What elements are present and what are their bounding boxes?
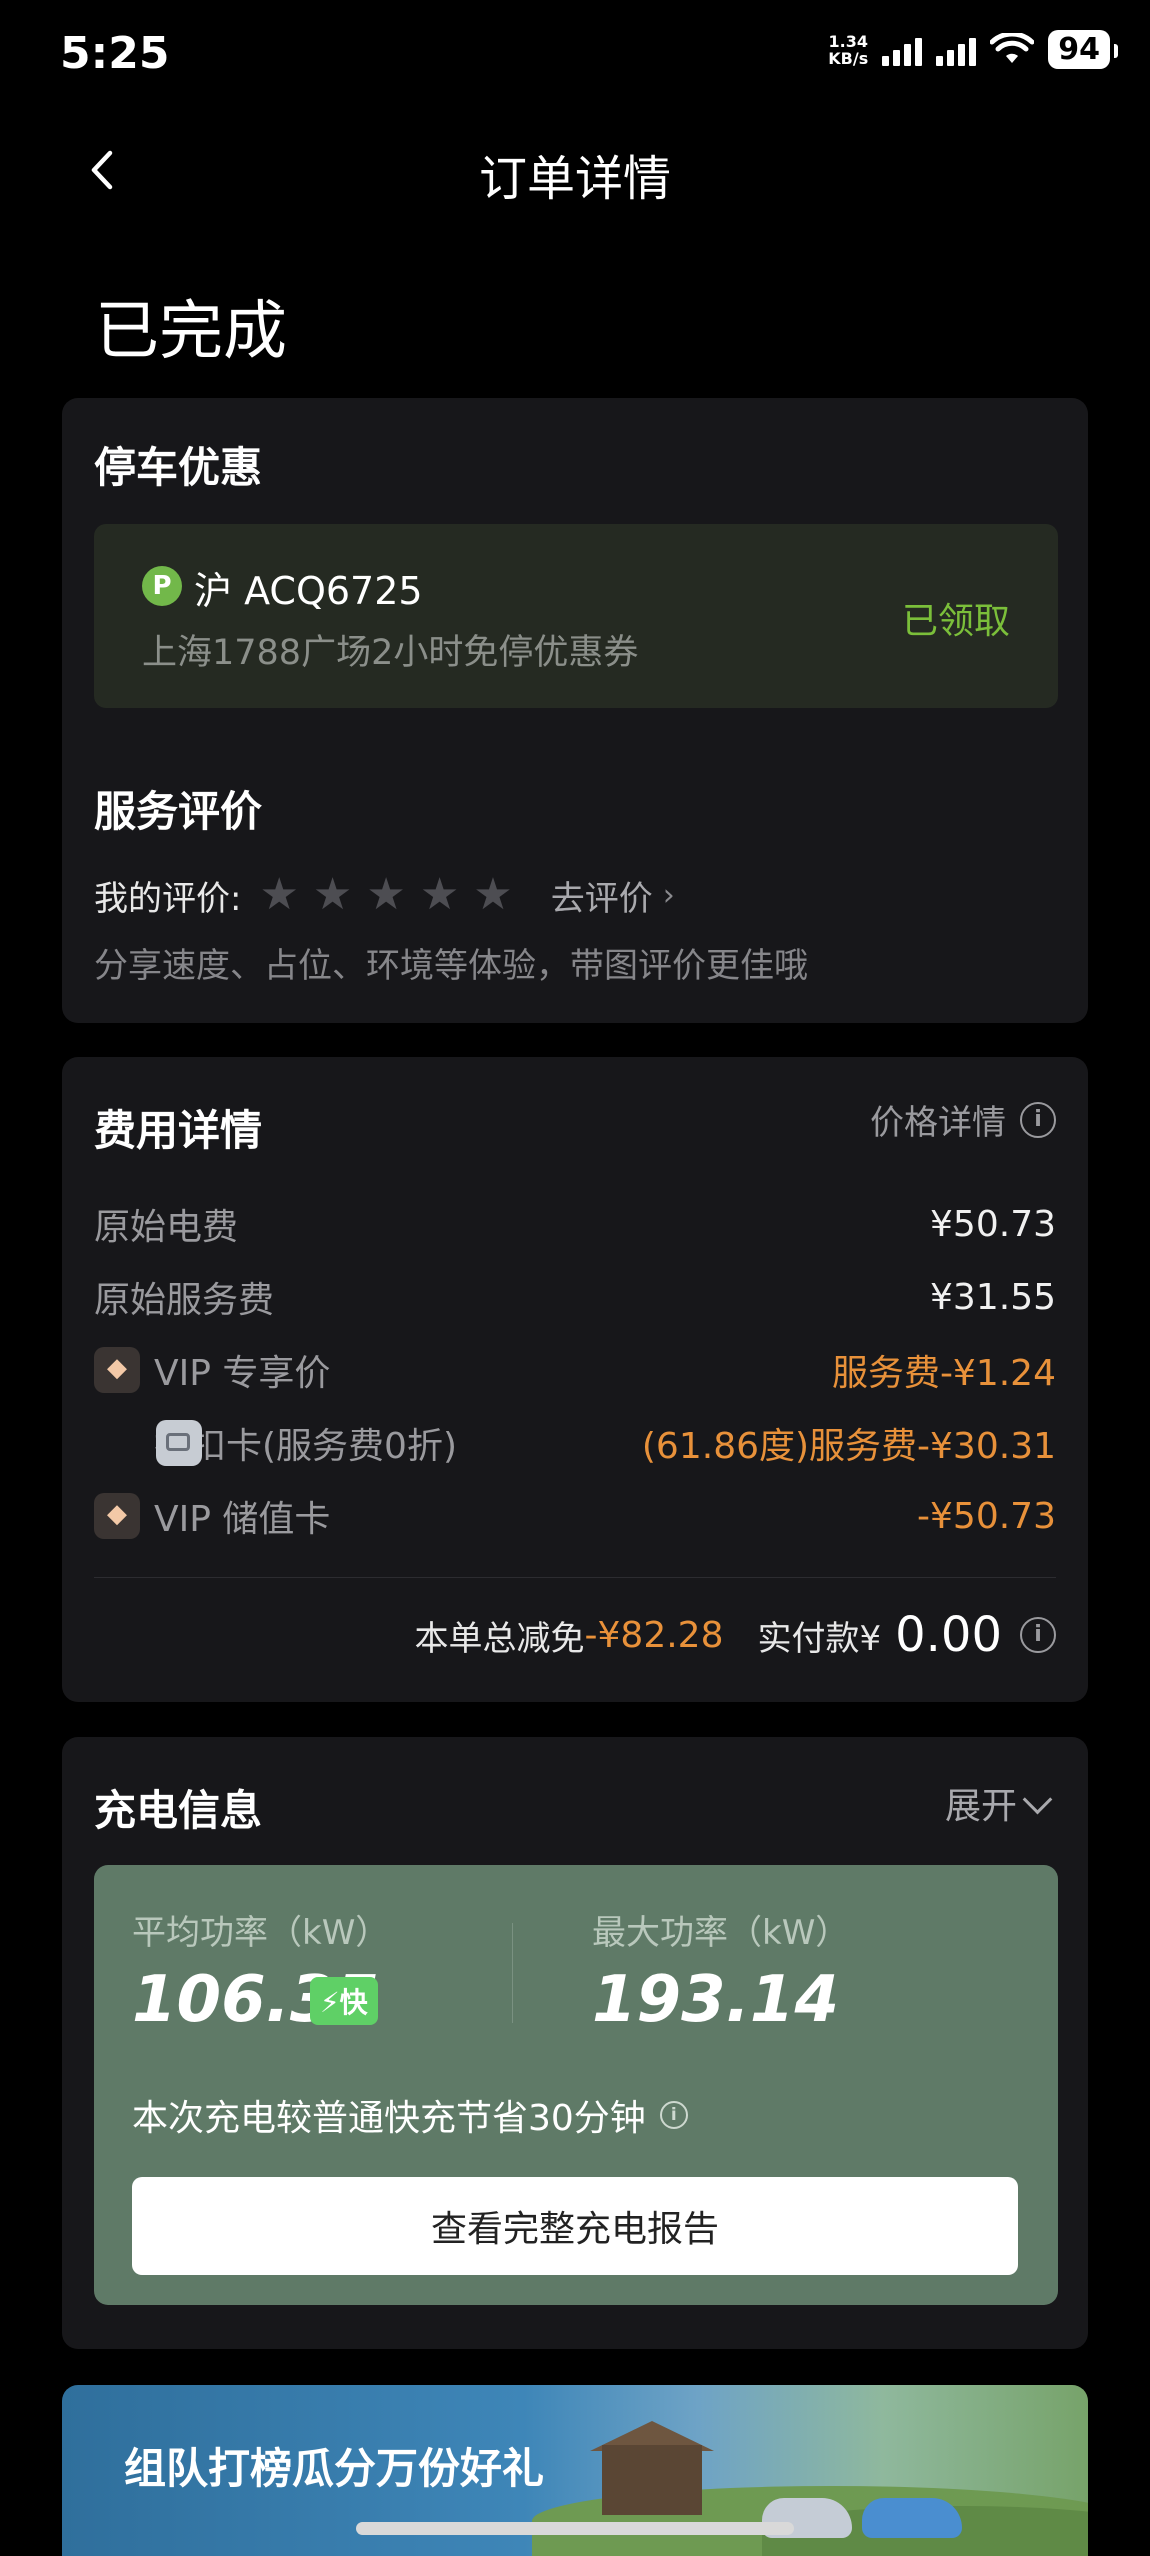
total-discount-value: -¥82.28 <box>584 1614 724 1656</box>
fee-details-card: 费用详情 价格详情 i 原始电费 ¥50.73 原始服务费 ¥31.55 VIP… <box>62 1057 1088 1702</box>
network-speed: 1.34 KB/s <box>828 33 868 67</box>
wifi-icon <box>990 32 1035 63</box>
status-bar: 5:25 1.34 KB/s 94 <box>0 0 1150 110</box>
star-icon[interactable]: ★ <box>313 873 352 917</box>
time-saved-note: 本次充电较普通快充节省30分钟 i <box>132 2089 688 2141</box>
banner-text: 组队打榜瓜分万份好礼 <box>124 2444 545 2493</box>
fee-label: VIP 专享价 <box>154 1353 331 1394</box>
coupon-status: 已领取 <box>901 601 1010 642</box>
fee-row: 原始服务费 ¥31.55 <box>94 1272 1056 1322</box>
fee-value: (61.86度)服务费-¥30.31 <box>641 1426 1056 1467</box>
time-saved-text: 本次充电较普通快充节省30分钟 <box>132 2098 646 2139</box>
star-icon[interactable]: ★ <box>420 873 459 917</box>
parking-review-card: 停车优惠 P 沪 ACQ6725 上海1788广场2小时免停优惠券 已领取 服务… <box>62 398 1088 1023</box>
parking-section-title: 停车优惠 <box>94 443 263 492</box>
info-icon[interactable]: i <box>1020 1101 1056 1138</box>
parking-icon: P <box>142 566 182 606</box>
view-report-button[interactable]: 查看完整充电报告 <box>132 2177 1018 2275</box>
total-row: 本单总减免 -¥82.28 实付款¥ 0.00 i <box>415 1607 1056 1663</box>
chevron-down-icon[interactable] <box>1022 1784 1053 1814</box>
star-icon[interactable]: ★ <box>366 873 405 917</box>
my-rating-label: 我的评价: <box>94 878 242 919</box>
fee-value: -¥50.73 <box>917 1495 1056 1537</box>
parking-coupon[interactable]: P 沪 ACQ6725 上海1788广场2小时免停优惠券 已领取 <box>94 524 1058 708</box>
paid-amount: 0.00 <box>895 1607 1002 1663</box>
fee-label: 原始服务费 <box>94 1280 275 1321</box>
paid-label: 实付款¥ <box>757 1618 882 1659</box>
charging-info-card: 充电信息 展开 平均功率（kW） 106.35 ⚡快 最大功率（kW） 193.… <box>62 1737 1088 2349</box>
review-section-title: 服务评价 <box>94 787 263 836</box>
price-detail-link[interactable]: 价格详情 i <box>870 1095 1056 1144</box>
fee-row: 原始电费 ¥50.73 <box>94 1199 1056 1249</box>
network-speed-value: 1.34 <box>828 31 868 51</box>
signal-icon-2 <box>936 34 977 66</box>
order-status: 已完成 <box>95 295 287 369</box>
fee-section-title: 费用详情 <box>94 1106 263 1155</box>
nav-bar: 订单详情 <box>0 125 1150 220</box>
signal-icon <box>882 34 923 66</box>
fee-row: 折扣卡(服务费0折) (61.86度)服务费-¥30.31 <box>94 1418 1056 1468</box>
rating-row: 我的评价: ★ ★ ★ ★ ★ 去评价 › <box>94 870 675 920</box>
coupon-description: 上海1788广场2小时免停优惠券 <box>142 633 639 673</box>
charging-panel: 平均功率（kW） 106.35 ⚡快 最大功率（kW） 193.14 本次充电较… <box>94 1865 1058 2305</box>
fee-row: VIP 专享价 服务费-¥1.24 <box>94 1345 1056 1395</box>
network-speed-unit: KB/s <box>828 48 869 68</box>
max-power-value: 193.14 <box>592 1963 839 2037</box>
fee-label: 原始电费 <box>94 1207 239 1248</box>
fee-value: ¥50.73 <box>930 1203 1056 1245</box>
home-indicator[interactable] <box>356 2522 794 2535</box>
license-plate: 沪 ACQ6725 <box>194 569 423 613</box>
info-icon[interactable]: i <box>659 2101 688 2129</box>
rating-hint: 分享速度、占位、环境等体验，带图评价更佳哦 <box>94 946 808 986</box>
vip-diamond-icon <box>94 1347 140 1393</box>
go-rate-link[interactable]: 去评价 <box>551 871 653 920</box>
fee-label: VIP 储值卡 <box>154 1499 331 1540</box>
star-icon[interactable]: ★ <box>473 873 512 917</box>
vip-diamond-icon <box>94 1493 140 1539</box>
fast-charge-badge: ⚡快 <box>310 1977 378 2025</box>
expand-label[interactable]: 展开 <box>945 1777 1017 1829</box>
avg-power-label: 平均功率（kW） <box>132 1913 390 1953</box>
price-detail-label[interactable]: 价格详情 <box>870 1095 1006 1144</box>
banner-car <box>862 2498 962 2538</box>
fee-value: 服务费-¥1.24 <box>831 1353 1056 1394</box>
page-title: 订单详情 <box>478 151 671 207</box>
status-icons: 1.34 KB/s 94 <box>828 30 1118 69</box>
fee-value: ¥31.55 <box>930 1276 1056 1318</box>
info-icon[interactable]: i <box>1020 1617 1056 1653</box>
star-icon[interactable]: ★ <box>259 873 298 917</box>
divider <box>512 1923 513 2023</box>
charging-section-title: 充电信息 <box>94 1786 263 1835</box>
expand-toggle[interactable]: 展开 <box>945 1777 1053 1829</box>
max-power-label: 最大功率（kW） <box>592 1913 850 1953</box>
total-discount-label: 本单总减免 <box>414 1618 585 1659</box>
status-time: 5:25 <box>60 28 170 79</box>
banner-house <box>602 2445 702 2515</box>
chevron-right-icon[interactable]: › <box>663 878 675 913</box>
battery-indicator: 94 <box>1048 30 1118 69</box>
discount-card-icon <box>156 1420 202 1466</box>
star-rating[interactable]: ★ ★ ★ ★ ★ <box>259 873 512 917</box>
divider <box>94 1577 1056 1578</box>
fee-row: VIP 储值卡 -¥50.73 <box>94 1491 1056 1541</box>
